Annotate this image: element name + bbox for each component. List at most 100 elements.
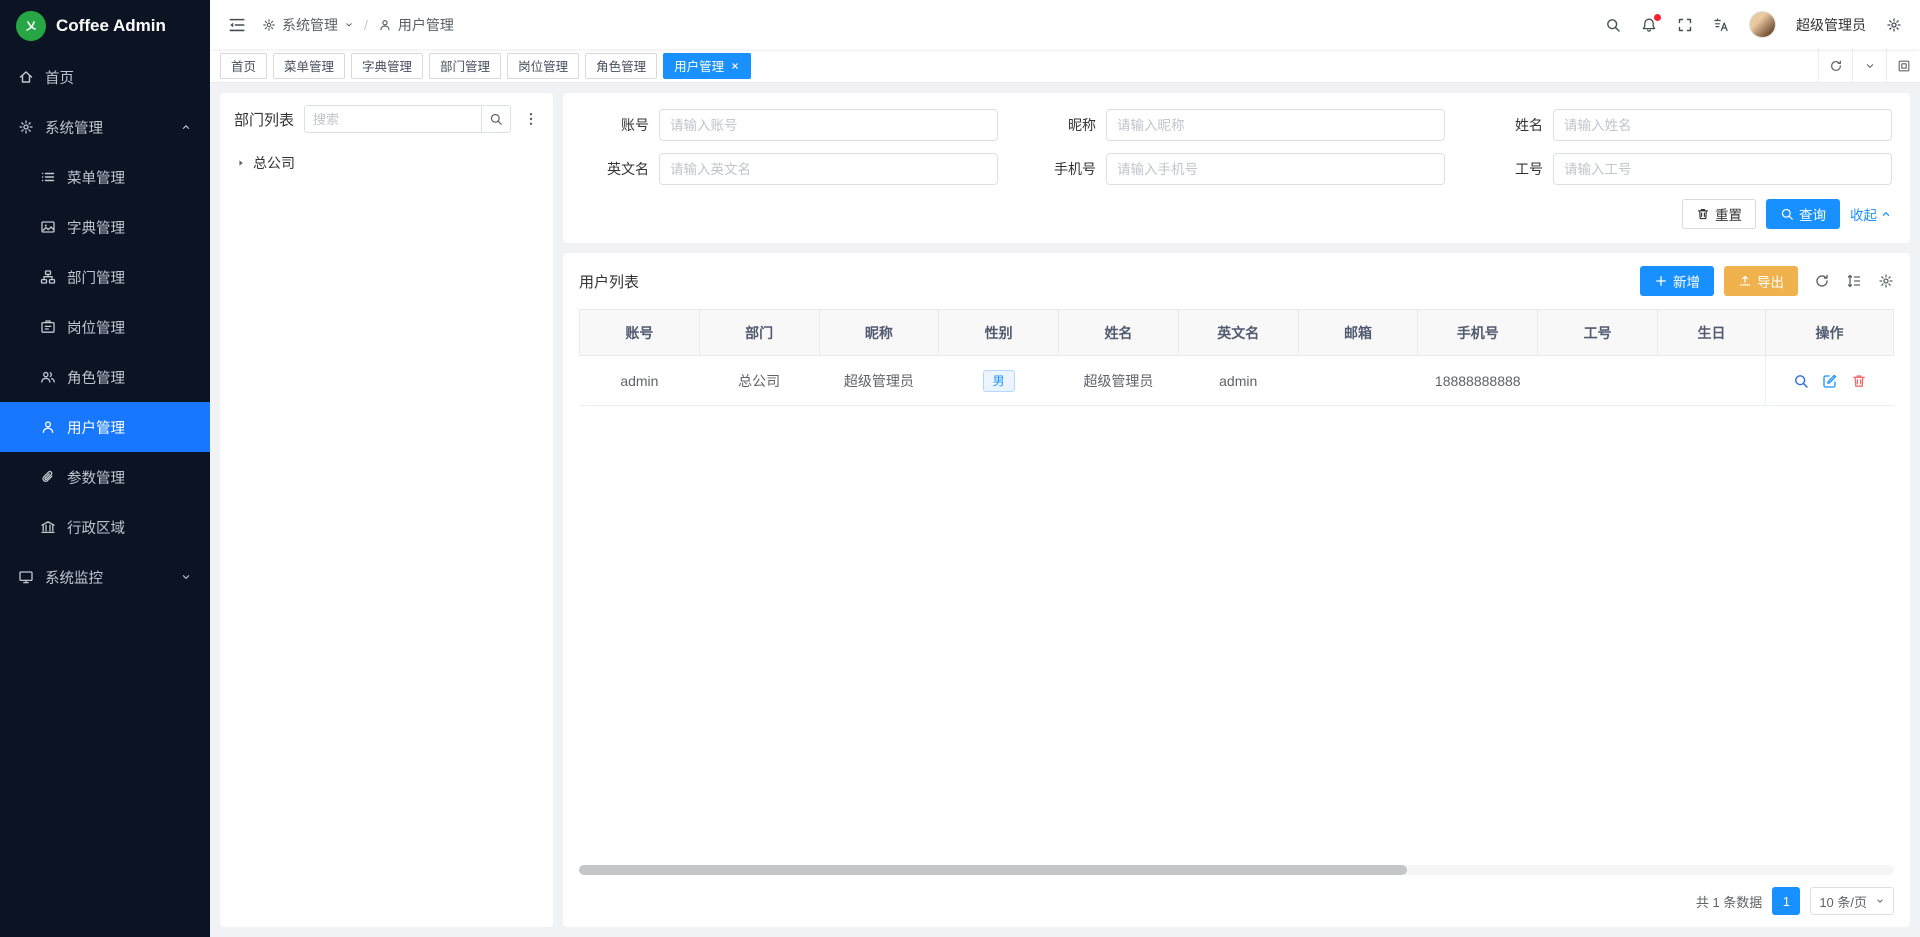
table-header-row: 账号 部门 昵称 性别 姓名 英文名 邮箱 手机号 工号 生日 操作 <box>580 310 1894 356</box>
tab-role-mgmt[interactable]: 角色管理 <box>585 53 657 79</box>
app-title: Coffee Admin <box>56 16 166 36</box>
add-user-button[interactable]: 新增 <box>1640 266 1714 296</box>
tab-dict-mgmt[interactable]: 字典管理 <box>351 53 423 79</box>
sidebar-collapse-button[interactable] <box>228 16 246 34</box>
global-search-button[interactable] <box>1605 17 1621 33</box>
tree-node-head-office[interactable]: 总公司 <box>228 147 545 179</box>
sitemap-icon <box>40 269 56 285</box>
edit-user-button[interactable] <box>1822 373 1838 389</box>
sidebar: Coffee Admin 首页 系统管理 菜单管理 字典管理 部门管理 <box>0 0 210 937</box>
app-logo[interactable]: Coffee Admin <box>0 0 210 52</box>
tab-post-mgmt[interactable]: 岗位管理 <box>507 53 579 79</box>
tab-close-icon[interactable] <box>730 61 740 71</box>
phone-input[interactable] <box>1106 153 1445 185</box>
sidebar-item-home[interactable]: 首页 <box>0 52 210 102</box>
avatar[interactable] <box>1749 11 1776 38</box>
tab-dept-mgmt[interactable]: 部门管理 <box>429 53 501 79</box>
sidebar-item-label: 部门管理 <box>67 267 192 288</box>
person-icon <box>378 18 392 32</box>
page-size-select[interactable]: 10 条/页 <box>1810 887 1894 915</box>
table-row: admin 总公司 超级管理员 男 超级管理员 admin 1888888888… <box>580 356 1894 406</box>
horizontal-scrollbar-thumb[interactable] <box>579 865 1407 875</box>
horizontal-scrollbar-track[interactable] <box>579 865 1894 875</box>
table-settings-button[interactable] <box>1878 273 1894 289</box>
sidebar-item-menu-mgmt[interactable]: 菜单管理 <box>0 152 210 202</box>
query-button[interactable]: 查询 <box>1766 199 1840 229</box>
sidebar-item-system-mgmt[interactable]: 系统管理 <box>0 102 210 152</box>
tab-user-mgmt[interactable]: 用户管理 <box>663 53 751 79</box>
tabs-menu-button[interactable] <box>1852 49 1886 82</box>
sidebar-item-post-mgmt[interactable]: 岗位管理 <box>0 302 210 352</box>
view-user-button[interactable] <box>1793 373 1809 389</box>
department-search-button[interactable] <box>481 105 511 133</box>
caret-right-icon[interactable] <box>236 158 246 168</box>
settings-button[interactable] <box>1886 17 1902 33</box>
department-tree: 总公司 <box>220 143 553 183</box>
field-label: 姓名 <box>1475 115 1553 135</box>
column-header: 工号 <box>1538 310 1658 356</box>
field-work-no: 工号 <box>1475 153 1892 185</box>
tab-menu-mgmt[interactable]: 菜单管理 <box>273 53 345 79</box>
trash-icon <box>1696 207 1710 221</box>
coffee-logo-icon <box>16 11 46 41</box>
list-icon <box>40 169 56 185</box>
column-header: 性别 <box>939 310 1059 356</box>
sidebar-item-param-mgmt[interactable]: 参数管理 <box>0 452 210 502</box>
sidebar-item-dict-mgmt[interactable]: 字典管理 <box>0 202 210 252</box>
maximize-icon <box>1897 59 1911 73</box>
row-height-button[interactable] <box>1846 273 1862 289</box>
sidebar-item-system-monitor[interactable]: 系统监控 <box>0 552 210 602</box>
sidebar-item-role-mgmt[interactable]: 角色管理 <box>0 352 210 402</box>
gear-icon <box>18 119 34 135</box>
tree-node-label: 总公司 <box>253 153 295 173</box>
english-name-input[interactable] <box>659 153 998 185</box>
cell-nickname: 超级管理员 <box>819 356 939 406</box>
cell-department: 总公司 <box>699 356 819 406</box>
sidebar-item-admin-region[interactable]: 行政区域 <box>0 502 210 552</box>
name-input[interactable] <box>1553 109 1892 141</box>
cell-phone: 18888888888 <box>1418 356 1538 406</box>
notifications-button[interactable] <box>1641 17 1657 33</box>
sidebar-item-label: 行政区域 <box>67 517 192 538</box>
tab-home[interactable]: 首页 <box>220 53 267 79</box>
content-maximize-button[interactable] <box>1886 49 1920 82</box>
tabs-refresh-button[interactable] <box>1818 49 1852 82</box>
gear-icon <box>1878 273 1894 289</box>
topbar: 系统管理 / 用户管理 超级管理员 <box>210 0 1920 49</box>
nickname-input[interactable] <box>1106 109 1445 141</box>
image-icon <box>40 219 56 235</box>
sidebar-item-dept-mgmt[interactable]: 部门管理 <box>0 252 210 302</box>
view-icon <box>1793 373 1809 389</box>
caret-down-icon <box>344 20 354 30</box>
sidebar-item-label: 首页 <box>45 67 192 88</box>
export-button[interactable]: 导出 <box>1724 266 1798 296</box>
sidebar-item-user-mgmt[interactable]: 用户管理 <box>0 402 210 452</box>
collapse-form-button[interactable]: 收起 <box>1850 204 1892 224</box>
reset-button[interactable]: 重置 <box>1682 199 1756 229</box>
breadcrumb-item-user: 用户管理 <box>398 15 454 35</box>
refresh-icon <box>1829 59 1843 73</box>
page-1-button[interactable]: 1 <box>1772 887 1800 915</box>
field-phone: 手机号 <box>1028 153 1445 185</box>
user-name[interactable]: 超级管理员 <box>1796 15 1866 35</box>
fullscreen-button[interactable] <box>1677 17 1693 33</box>
delete-user-button[interactable] <box>1851 373 1867 389</box>
field-english-name: 英文名 <box>581 153 998 185</box>
translate-button[interactable] <box>1713 17 1729 33</box>
user-list-card: 用户列表 新增 导出 <box>563 253 1910 927</box>
breadcrumb-item-system[interactable]: 系统管理 <box>282 15 338 35</box>
work-no-input[interactable] <box>1553 153 1892 185</box>
people-icon <box>40 369 56 385</box>
department-panel: 部门列表 总公司 <box>220 93 553 927</box>
cell-birthday <box>1658 356 1766 406</box>
department-search-input[interactable] <box>304 105 481 133</box>
field-label: 账号 <box>581 115 659 135</box>
account-input[interactable] <box>659 109 998 141</box>
field-label: 手机号 <box>1028 159 1106 179</box>
department-more-button[interactable] <box>521 111 541 127</box>
chevron-up-icon <box>1880 208 1892 220</box>
trash-icon <box>1851 373 1867 389</box>
search-icon <box>1780 207 1794 221</box>
search-form-card: 账号 昵称 姓名 英文名 <box>563 93 1910 243</box>
table-refresh-button[interactable] <box>1814 273 1830 289</box>
